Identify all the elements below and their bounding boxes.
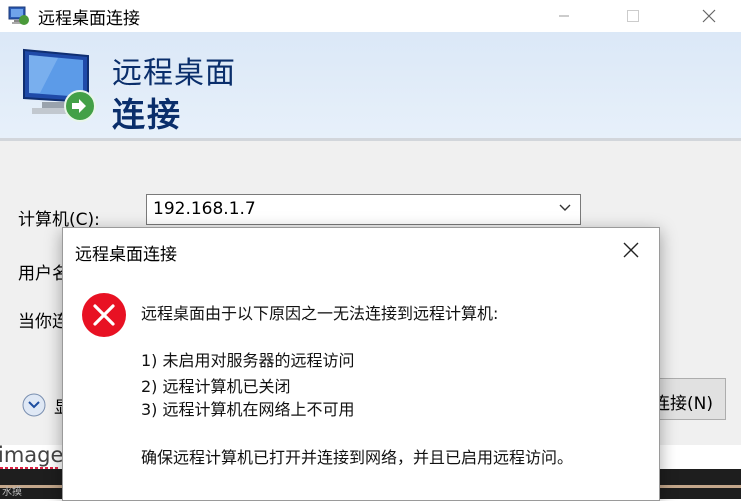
taskbar-text: 水摸 <box>2 487 22 498</box>
error-icon <box>82 293 126 337</box>
close-button[interactable] <box>685 0 733 32</box>
monitor-connection-icon <box>23 48 96 122</box>
dialog-title: 远程桌面连接 <box>75 245 177 265</box>
minimize-button[interactable] <box>540 0 588 32</box>
header-banner: 远程桌面 连接 <box>0 32 741 141</box>
error-dialog: 远程桌面连接 远程桌面由于以下原因之一无法连接到远程计算机: 1) 未启用对服务… <box>62 227 660 501</box>
reason-item: 2) 远程计算机已关闭 <box>141 377 291 396</box>
computer-combobox[interactable]: 192.168.1.7 <box>146 194 581 225</box>
show-options-button[interactable] <box>22 393 46 417</box>
close-icon[interactable] <box>619 238 643 262</box>
minimize-icon <box>559 15 569 17</box>
computer-value: 192.168.1.7 <box>153 199 256 219</box>
chevron-down-icon[interactable] <box>558 201 572 215</box>
reason-item: 1) 未启用对服务器的远程访问 <box>141 351 355 370</box>
connect-button-label: 连接(N) <box>653 394 713 414</box>
close-icon <box>702 9 716 23</box>
maximize-button[interactable] <box>609 0 657 32</box>
dialog-advice: 确保远程计算机已打开并连接到网络，并且已启用远程访问。 <box>141 448 574 467</box>
reason-item: 3) 远程计算机在网络上不可用 <box>141 400 355 419</box>
remote-desktop-icon <box>8 6 29 25</box>
window-title: 远程桌面连接 <box>38 9 140 29</box>
dialog-message: 远程桌面由于以下原因之一无法连接到远程计算机: <box>141 304 499 323</box>
maximize-icon <box>627 10 639 22</box>
banner-line2: 连接 <box>112 95 182 134</box>
banner-line1: 远程桌面 <box>112 56 236 91</box>
title-bar: 远程桌面连接 <box>0 0 741 32</box>
